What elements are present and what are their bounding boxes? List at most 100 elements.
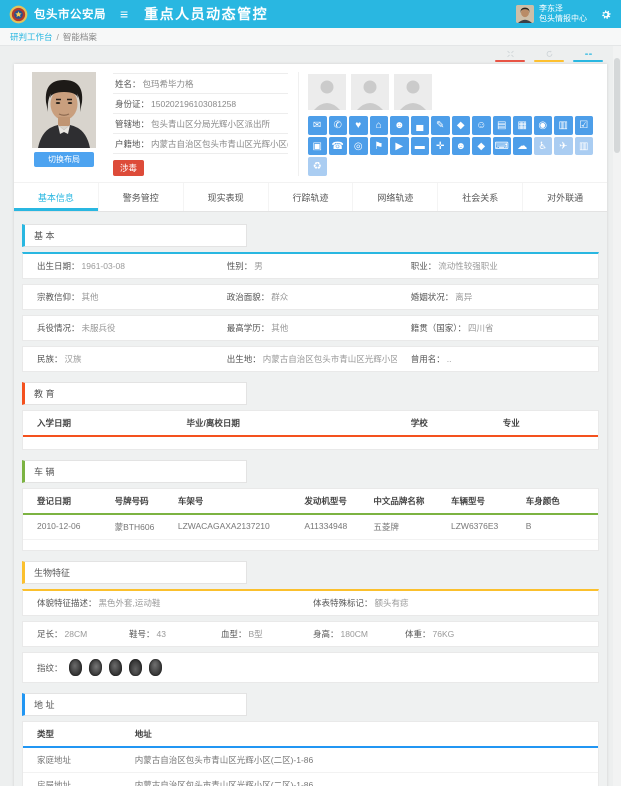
related-person-avatar <box>394 74 432 110</box>
fingerprint-thumbnail[interactable] <box>88 659 102 677</box>
flight-icon[interactable]: ✈ <box>554 137 573 156</box>
bio-row: 体貌特征描述：黑色外套,运动鞋 体表特殊标记：额头有痣 <box>22 589 599 616</box>
address-col-header: 地址 <box>121 728 598 740</box>
fingerprint-thumbnail[interactable] <box>69 659 82 676</box>
hotel-icon[interactable]: ▄ <box>411 116 430 135</box>
section-label-address: 地 址 <box>22 693 247 716</box>
switch-layout-button[interactable]: 切换布局 <box>34 152 94 167</box>
police-car-icon[interactable]: ⚑ <box>370 137 389 156</box>
vehicle-table: 登记日期 号牌号码 车架号 发动机型号 中文品牌名称 车辆型号 车身颜色 201… <box>22 488 599 551</box>
tab-social-relations[interactable]: 社会关系 <box>437 183 522 211</box>
education-col-header: 学校 <box>397 417 489 429</box>
person-archive-card: 切换布局 姓名：包玛希毕力格 身份证：150202196103081258 管辖… <box>14 64 607 786</box>
identity-fields: 姓名：包玛希毕力格 身份证：150202196103081258 管辖地：包头青… <box>113 73 288 176</box>
fingerprint-label: 指纹： <box>37 662 63 674</box>
section-label-education: 教 育 <box>22 382 247 405</box>
drug-risk-badge: 涉毒 <box>113 160 144 176</box>
camera-icon[interactable]: ▣ <box>308 137 327 156</box>
user-info[interactable]: 李东泽 包头情报中心 <box>539 4 587 25</box>
education-icon[interactable]: ✎ <box>431 116 450 135</box>
vehicle-col-header: 车身颜色 <box>512 495 598 507</box>
walk-icon[interactable]: ♿ <box>534 137 553 156</box>
user-avatar[interactable] <box>516 5 534 23</box>
fingerprint-thumbnail[interactable] <box>148 659 162 676</box>
basic-info-content: 基 本 出生日期：1961-03-08 性别：男 职业：流动性较强职业 宗教信仰… <box>14 212 607 786</box>
person-icon[interactable]: ☺ <box>472 116 491 135</box>
vehicle-col-header: 中文品牌名称 <box>359 495 437 507</box>
person-photo <box>32 72 96 148</box>
document-icon[interactable]: ▤ <box>493 116 512 135</box>
address-row: 房屋地址 内蒙古自治区包头市青山区光辉小区(二区)-1-86 <box>23 773 598 786</box>
bed-icon[interactable]: ▬ <box>411 137 430 156</box>
scrollbar-thumb[interactable] <box>614 58 620 153</box>
cloud-icon[interactable]: ☁ <box>513 137 532 156</box>
fingerprint-thumbnail[interactable] <box>129 659 142 676</box>
fingerprint-thumbnail[interactable] <box>108 659 122 677</box>
vertical-scrollbar[interactable] <box>613 46 621 786</box>
group-icon[interactable]: ☻ <box>390 116 409 135</box>
user-org: 包头情报中心 <box>539 14 587 24</box>
phone-icon[interactable]: ✆ <box>329 116 348 135</box>
menu-icon[interactable]: ≡ <box>120 7 128 21</box>
refresh-icon[interactable] <box>534 50 564 62</box>
user-name: 李东泽 <box>539 4 587 14</box>
vehicle-col-header: 车架号 <box>164 495 291 507</box>
basic-row: 宗教信仰：其他 政治面貌：群众 婚姻状况：离异 <box>22 284 599 310</box>
taxi-icon[interactable]: ◆ <box>472 137 491 156</box>
vehicle-col-header: 发动机型号 <box>290 495 359 507</box>
police-emblem-logo <box>9 5 28 24</box>
breadcrumb-separator: / <box>57 32 59 42</box>
photo-icon[interactable]: ▦ <box>513 116 532 135</box>
name-field: 姓名：包玛希毕力格 <box>113 73 288 94</box>
train-icon[interactable]: ▥ <box>575 137 594 156</box>
wifi-icon[interactable]: ◉ <box>534 116 553 135</box>
section-label-vehicle: 车 辆 <box>22 460 247 483</box>
tab-basic-info[interactable]: 基本信息 <box>14 183 98 211</box>
id-card-icon[interactable]: ⌨ <box>493 137 512 156</box>
breadcrumb: 研判工作台 / 智能档案 <box>0 28 621 46</box>
officer-icon[interactable]: ☻ <box>452 137 471 156</box>
related-person-avatar <box>351 74 389 110</box>
section-label-basic: 基 本 <box>22 224 247 247</box>
education-table: 入学日期 毕业/离校日期 学校 专业 <box>22 410 599 450</box>
network-icon[interactable]: ◎ <box>349 137 368 156</box>
chat-icon[interactable]: ✉ <box>308 116 327 135</box>
address-table: 类型 地址 家庭地址 内蒙古自治区包头市青山区光辉小区(二区)-1-86 房屋地… <box>22 721 599 786</box>
page-tools <box>0 46 621 64</box>
truck-icon[interactable]: ▶ <box>390 137 409 156</box>
trash-icon[interactable]: ♻ <box>308 157 327 176</box>
wheel-icon[interactable]: ✛ <box>431 137 450 156</box>
page-title: 重点人员动态管控 <box>144 4 268 24</box>
archive-tabs: 基本信息 警务管控 现实表现 行踪轨迹 网络轨迹 社会关系 对外联通 <box>14 182 607 212</box>
expand-icon[interactable] <box>495 50 525 62</box>
breadcrumb-workbench[interactable]: 研判工作台 <box>10 31 53 43</box>
education-col-header: 毕业/离校日期 <box>173 417 397 429</box>
address-col-header: 类型 <box>23 728 121 740</box>
address-row: 家庭地址 内蒙古自治区包头市青山区光辉小区(二区)-1-86 <box>23 748 598 773</box>
vehicle-col-header: 登记日期 <box>23 495 101 507</box>
fingerprint-row: 指纹： <box>22 652 599 683</box>
bio-row: 足长：28CM 鞋号：43 血型：B型 身高：180CM 体重：76KG <box>22 621 599 647</box>
home-icon[interactable]: ⌂ <box>370 116 389 135</box>
vehicle-icon[interactable]: ◆ <box>452 116 471 135</box>
vehicle-col-header: 号牌号码 <box>101 495 164 507</box>
breadcrumb-smart-archive: 智能档案 <box>63 31 97 43</box>
jurisdiction-field: 管辖地：包头青山区分局光辉小区派出所 <box>113 114 288 134</box>
education-col-header: 专业 <box>489 417 598 429</box>
section-label-bio: 生物特征 <box>22 561 247 584</box>
tab-police-control[interactable]: 警务管控 <box>98 183 183 211</box>
top-app-bar: 包头市公安局 ≡ 重点人员动态管控 李东泽 包头情报中心 <box>0 0 621 28</box>
collapse-icon[interactable] <box>573 50 603 62</box>
task-check-icon[interactable]: ☑ <box>575 116 594 135</box>
relation-panel: ✉ ✆ ♥ ⌂ ☻ ▄ ✎ ◆ ☺ ▤ ▦ ◉ ▥ ☑ ▣ ☎ ◎ ⚑ ▶ ▬ <box>298 72 594 176</box>
settings-gear-icon[interactable] <box>599 8 612 21</box>
building-icon[interactable]: ▥ <box>554 116 573 135</box>
tab-real-performance[interactable]: 现实表现 <box>183 183 268 211</box>
vehicle-row: 2010-12-06 蒙BTH606 LZWACAGAXA2137210 A11… <box>23 515 598 540</box>
tab-network-track[interactable]: 网络轨迹 <box>352 183 437 211</box>
household-field: 户籍地：内蒙古自治区包头市青山区光辉小区(二区)-1-86 <box>113 134 288 154</box>
tab-external-communication[interactable]: 对外联通 <box>522 183 607 211</box>
tab-movement-track[interactable]: 行踪轨迹 <box>268 183 353 211</box>
favorite-icon[interactable]: ♥ <box>349 116 368 135</box>
phone-call-icon[interactable]: ☎ <box>329 137 348 156</box>
